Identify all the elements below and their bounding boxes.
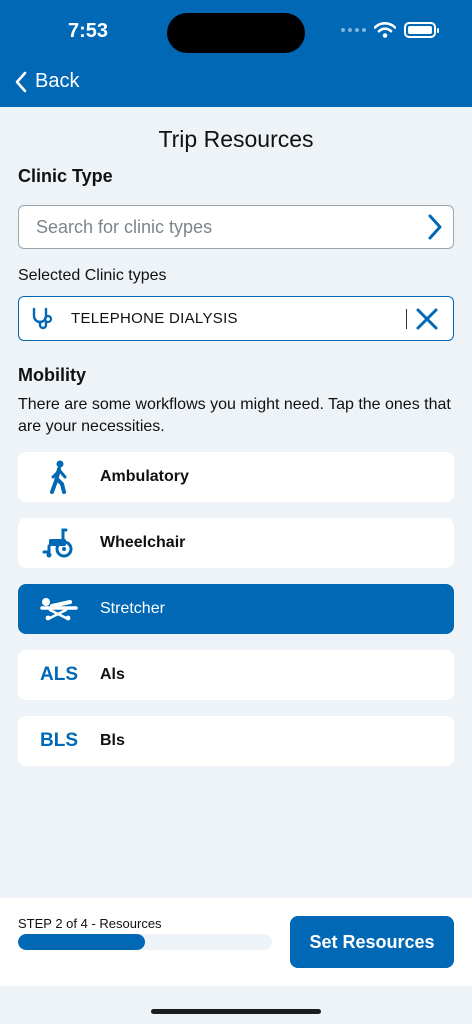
- set-resources-button[interactable]: Set Resources: [290, 916, 454, 968]
- status-icons: [341, 22, 439, 38]
- clinic-search-field[interactable]: [18, 205, 454, 249]
- page-title: Trip Resources: [158, 126, 314, 152]
- step-label: STEP 2 of 4 - Resources: [18, 916, 162, 931]
- stethoscope-icon: [32, 307, 53, 329]
- battery-icon: [404, 22, 439, 38]
- step-progress-bar: [18, 934, 272, 950]
- mobility-description: There are some workflows you might need.…: [18, 396, 451, 435]
- option-label: Wheelchair: [100, 534, 186, 551]
- wifi-icon: [374, 22, 396, 38]
- chevron-left-icon: [15, 71, 27, 92]
- selected-clinic-label: Selected Clinic types: [18, 267, 167, 284]
- bls-icon: BLS: [40, 730, 78, 751]
- mobility-heading: Mobility: [18, 365, 86, 385]
- back-button[interactable]: Back: [14, 70, 79, 93]
- signal-icon: [341, 28, 366, 32]
- selected-clinic-name: TELEPHONE DIALYSIS: [71, 310, 238, 327]
- option-label: Als: [100, 666, 125, 683]
- chip-divider: [406, 309, 407, 329]
- progress-fill: [18, 934, 145, 950]
- option-label: Bls: [100, 732, 125, 749]
- mobility-option-wheelchair[interactable]: Wheelchair: [18, 518, 454, 568]
- mobility-option-ambulatory[interactable]: Ambulatory: [18, 452, 454, 502]
- mobility-option-bls[interactable]: BLS Bls: [18, 716, 454, 766]
- stretcher-icon: [40, 598, 78, 621]
- selected-clinic-chip: TELEPHONE DIALYSIS: [18, 296, 454, 341]
- option-label: Ambulatory: [100, 468, 189, 485]
- dynamic-island: [167, 13, 305, 53]
- clinic-type-heading: Clinic Type: [18, 166, 113, 186]
- clinic-search-input[interactable]: [36, 216, 396, 238]
- back-label: Back: [35, 70, 80, 92]
- home-indicator: [151, 1009, 321, 1014]
- close-icon[interactable]: [415, 307, 439, 331]
- app-header: 7:53 Back: [0, 0, 472, 107]
- chevron-right-icon[interactable]: [427, 213, 443, 241]
- option-label: Stretcher: [100, 600, 165, 617]
- walking-person-icon: [50, 460, 67, 494]
- als-icon: ALS: [40, 664, 78, 685]
- mobility-option-als[interactable]: ALS Als: [18, 650, 454, 700]
- status-time: 7:53: [68, 20, 109, 42]
- wheelchair-icon: [42, 528, 73, 558]
- mobility-option-stretcher[interactable]: Stretcher: [18, 584, 454, 634]
- footer-bar: STEP 2 of 4 - Resources Set Resources: [0, 898, 472, 986]
